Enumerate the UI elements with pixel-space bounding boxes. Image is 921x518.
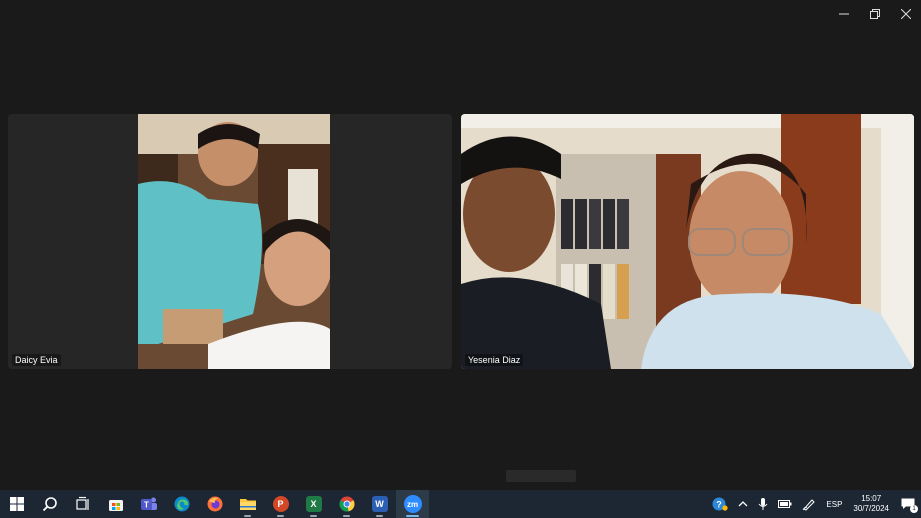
windows-logo-icon <box>9 497 24 511</box>
participant-tile[interactable]: Yesenia Diaz <box>461 114 914 369</box>
battery-tray-button[interactable] <box>773 490 797 518</box>
help-icon: ? <box>712 497 728 511</box>
microphone-tray-button[interactable] <box>753 490 773 518</box>
participant-name: Yesenia Diaz <box>465 354 524 366</box>
clock-time: 15:07 <box>861 494 882 503</box>
excel-button[interactable]: X <box>297 490 330 518</box>
minimize-icon <box>838 13 849 15</box>
close-icon <box>900 9 911 19</box>
svg-text:?: ? <box>717 500 723 510</box>
window-controls <box>828 0 921 28</box>
search-button[interactable] <box>33 490 66 518</box>
teams-icon: T <box>140 497 157 510</box>
powerpoint-icon: P <box>272 496 289 512</box>
chevron-up-icon <box>738 501 748 507</box>
folder-icon <box>239 499 256 510</box>
language-indicator[interactable]: ESP <box>821 490 847 518</box>
participant-tile[interactable]: Daicy Evia <box>8 114 452 369</box>
notification-count: 1 <box>910 505 918 513</box>
participant-name: Daicy Evia <box>12 354 61 366</box>
minimize-button[interactable] <box>828 0 859 28</box>
restore-icon <box>869 9 880 19</box>
word-button[interactable]: W <box>363 490 396 518</box>
meeting-controls-bar[interactable] <box>506 470 576 482</box>
task-view-icon <box>75 496 89 510</box>
taskbar: T P X W zm ? ESP 15:07 30/7/2024 1 <box>0 490 921 518</box>
restore-button[interactable] <box>859 0 890 28</box>
language-label: ESP <box>826 499 843 509</box>
pen-tray-button[interactable] <box>797 490 821 518</box>
teams-button[interactable]: T <box>132 490 165 518</box>
participant-video <box>138 114 330 369</box>
file-explorer-button[interactable] <box>231 490 264 518</box>
show-hidden-icons-button[interactable] <box>733 490 753 518</box>
battery-icon <box>778 500 792 508</box>
edge-button[interactable] <box>165 490 198 518</box>
search-icon <box>42 497 57 512</box>
chrome-button[interactable] <box>330 490 363 518</box>
help-tray-button[interactable]: ? <box>707 490 733 518</box>
store-icon <box>108 500 123 511</box>
close-button[interactable] <box>890 0 921 28</box>
firefox-button[interactable] <box>198 490 231 518</box>
notifications-button[interactable]: 1 <box>895 490 921 518</box>
firefox-icon <box>207 496 222 512</box>
clock-date: 30/7/2024 <box>853 504 889 513</box>
task-view-button[interactable] <box>66 490 99 518</box>
zoom-icon: zm <box>403 495 422 513</box>
word-icon: W <box>371 496 388 512</box>
pen-icon <box>803 499 816 511</box>
edge-icon <box>174 496 189 512</box>
system-tray: ? ESP 15:07 30/7/2024 1 <box>707 490 921 518</box>
zoom-button[interactable]: zm <box>396 490 429 518</box>
svg-text:T: T <box>144 501 149 510</box>
start-button[interactable] <box>0 490 33 518</box>
excel-icon: X <box>305 496 322 512</box>
clock[interactable]: 15:07 30/7/2024 <box>847 494 895 514</box>
powerpoint-button[interactable]: P <box>264 490 297 518</box>
microphone-icon <box>759 498 768 510</box>
chrome-icon <box>339 496 354 512</box>
participant-video <box>461 114 914 369</box>
microsoft-store-button[interactable] <box>99 490 132 518</box>
